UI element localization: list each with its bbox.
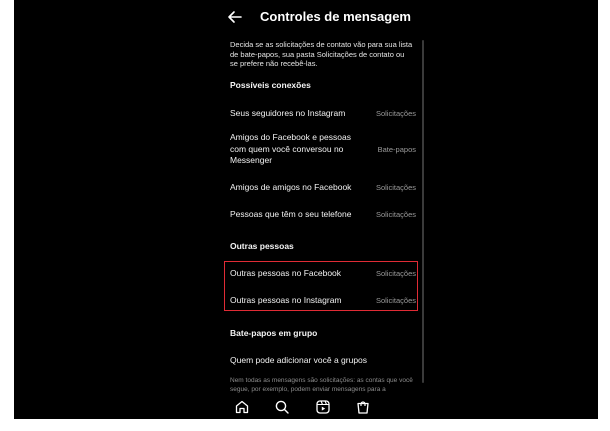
row-value: Bate-papos [377,145,416,154]
row-instagram-followers[interactable]: Seus seguidores no Instagram Solicitaçõe… [214,106,426,122]
section-title-other-people: Outras pessoas [230,241,294,251]
scrollbar[interactable] [422,40,424,383]
shop-icon[interactable] [355,399,371,415]
section-title-possible-connections: Possíveis conexões [230,80,311,90]
page-title: Controles de mensagem [260,9,411,24]
row-friends-of-friends[interactable]: Amigos de amigos no Facebook Solicitaçõe… [214,180,426,196]
description-text: Decida se as solicitações de contato vão… [230,40,413,68]
row-value: Solicitações [375,210,416,219]
arrow-left-icon[interactable] [226,8,244,26]
row-value: Solicitações [375,183,416,192]
highlight-box [224,261,418,311]
section-title-group-chats: Bate-papos em grupo [230,328,318,338]
row-label: Amigos do Facebook e pessoas com quem vo… [230,132,351,165]
search-icon[interactable] [274,399,290,415]
row-label: Pessoas que têm o seu telefone [230,209,352,219]
row-value: Solicitações [375,109,416,118]
header: Controles de mensagem [214,0,426,34]
footer-note: Nem todas as mensagens são solicitações:… [230,377,413,393]
settings-list[interactable]: Decida se as solicitações de contato vão… [214,38,426,395]
row-label: Seus seguidores no Instagram [230,108,346,118]
phone-screen: Controles de mensagem Decida se as solic… [214,0,426,419]
row-label: Quem pode adicionar você a grupos [230,355,368,365]
row-who-can-add-to-groups[interactable]: Quem pode adicionar você a grupos [214,353,426,369]
home-icon[interactable] [234,399,250,415]
row-label: Amigos de amigos no Facebook [230,182,352,192]
bottom-tab-bar [214,395,426,419]
screenshot-frame: Controles de mensagem Decida se as solic… [14,0,598,419]
reels-icon[interactable] [315,399,331,415]
row-people-with-phone[interactable]: Pessoas que têm o seu telefone Solicitaç… [214,207,426,223]
row-facebook-friends-messenger[interactable]: Amigos do Facebook e pessoas com quem vo… [214,130,426,166]
